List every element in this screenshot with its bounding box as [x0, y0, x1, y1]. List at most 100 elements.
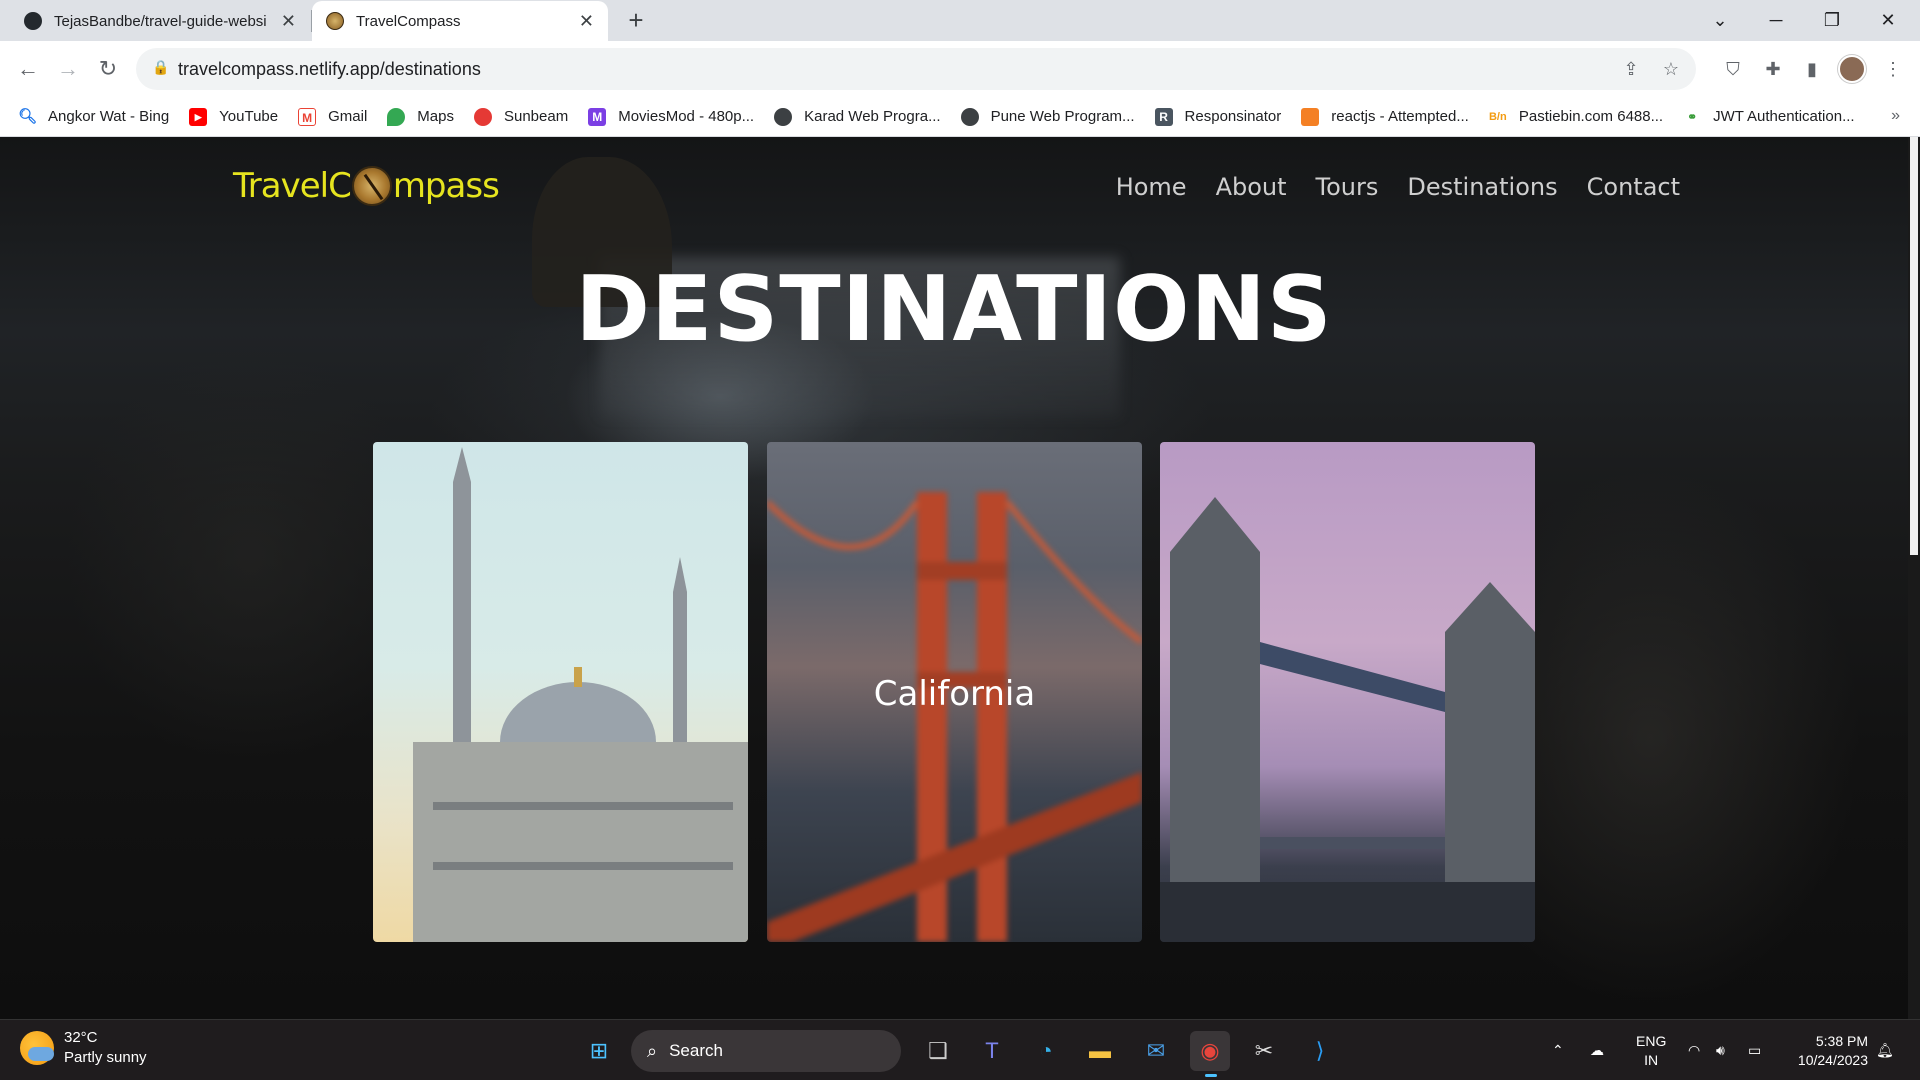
mail-icon[interactable]: ✉: [1136, 1031, 1176, 1071]
destination-card-istanbul[interactable]: [373, 442, 748, 942]
close-window-button[interactable]: ✕: [1860, 0, 1916, 41]
wifi-icon[interactable]: ◠: [1688, 1020, 1700, 1080]
destination-card-london[interactable]: [1160, 442, 1535, 942]
bookmark-item[interactable]: reactjs - Attempted...: [1301, 107, 1469, 126]
bookmark-label: Karad Web Progra...: [804, 108, 941, 125]
menu-kebab-icon[interactable]: ⋮: [1878, 54, 1908, 84]
bookmark-label: YouTube: [219, 108, 279, 125]
url-input[interactable]: [178, 48, 1558, 90]
page-title: DESTINATIONS: [575, 257, 1333, 362]
notification-bell-icon[interactable]: 🔔︎: [1876, 1020, 1894, 1080]
back-button[interactable]: ←: [10, 51, 46, 87]
bookmarks-overflow-button[interactable]: »: [1891, 107, 1900, 125]
taskbar-search[interactable]: ⌕ Search: [631, 1030, 901, 1072]
close-tab-icon[interactable]: ✕: [281, 11, 296, 32]
tab-search-dropdown-icon[interactable]: ⌄: [1692, 0, 1748, 41]
restore-button[interactable]: ❐: [1804, 0, 1860, 41]
bookmark-item[interactable]: M MoviesMod - 480p...: [588, 107, 755, 126]
share-icon[interactable]: ⇪: [1618, 56, 1644, 82]
page-scrollbar[interactable]: [1908, 137, 1920, 1019]
language-code: ENG: [1636, 1033, 1667, 1049]
sunbeam-icon: [473, 107, 492, 126]
bookmark-label: Sunbeam: [503, 108, 569, 125]
destination-card-california[interactable]: California: [767, 442, 1142, 942]
battery-icon[interactable]: ▭: [1748, 1020, 1761, 1080]
globe-icon: [774, 107, 793, 126]
bookmark-item[interactable]: Sunbeam: [473, 107, 569, 126]
tab-travelcompass[interactable]: TravelCompass ✕: [312, 1, 608, 41]
lock-icon[interactable]: 🔒: [152, 59, 172, 79]
chrome-icon[interactable]: ◉: [1190, 1031, 1230, 1071]
side-panel-icon[interactable]: ▮: [1797, 54, 1827, 84]
bookmark-label: Pune Web Program...: [990, 108, 1135, 125]
nav-contact[interactable]: Contact: [1587, 173, 1680, 201]
main-nav: Home About Tours Destinations Contact: [1116, 173, 1680, 201]
new-tab-button[interactable]: +: [620, 5, 652, 37]
profile-avatar[interactable]: [1838, 55, 1866, 83]
bookmark-item[interactable]: ▶ YouTube: [189, 107, 279, 126]
tab-title: TravelCompass: [356, 12, 461, 30]
nav-about[interactable]: About: [1216, 173, 1287, 201]
snipping-tool-icon[interactable]: ✂: [1244, 1031, 1284, 1071]
pastebin-icon: B/n: [1488, 107, 1507, 126]
onedrive-cloud-icon[interactable]: ☁: [1590, 1020, 1604, 1080]
bookmark-item[interactable]: Pune Web Program...: [960, 107, 1135, 126]
volume-icon[interactable]: 🔊︎: [1716, 1020, 1725, 1080]
scrollbar-thumb[interactable]: [1910, 137, 1918, 555]
minimize-button[interactable]: ─: [1748, 0, 1804, 41]
bookmark-item[interactable]: R Responsinator: [1154, 107, 1281, 126]
logo-text-right: mpass: [392, 166, 500, 206]
close-tab-icon[interactable]: ✕: [579, 11, 594, 32]
task-view-icon[interactable]: ❑: [918, 1031, 958, 1071]
bing-search-icon: 🔍︎: [18, 107, 38, 125]
address-bar[interactable]: 🔒 ⇪ ☆: [136, 48, 1696, 90]
weather-condition: Partly sunny: [64, 1049, 147, 1066]
bookmark-item[interactable]: Maps: [387, 107, 454, 126]
bookmark-item[interactable]: Karad Web Progra...: [774, 107, 941, 126]
bookmark-item[interactable]: 🔍︎ Angkor Wat - Bing: [18, 108, 169, 126]
gmail-icon: M: [298, 107, 317, 126]
extension-shield-icon[interactable]: ⛉: [1718, 54, 1748, 84]
github-icon: [24, 12, 42, 30]
browser-tab-strip: TejasBandbe/travel-guide-websi ✕ TravelC…: [0, 0, 1920, 41]
region-code: IN: [1644, 1052, 1659, 1068]
nav-destinations[interactable]: Destinations: [1407, 173, 1557, 201]
logo-text-left: TravelC: [233, 166, 352, 206]
nav-tours[interactable]: Tours: [1316, 173, 1379, 201]
tower-bridge-image: [1160, 497, 1535, 942]
bookmark-item[interactable]: M Gmail: [298, 107, 367, 126]
forward-button[interactable]: →: [50, 51, 86, 87]
bookmark-item[interactable]: B/n Pastiebin.com 6488...: [1488, 107, 1663, 126]
mosque-image: [413, 447, 748, 942]
edge-icon[interactable]: ◔: [1026, 1031, 1066, 1071]
active-app-indicator: [1205, 1074, 1217, 1077]
language-indicator[interactable]: ENG IN: [1636, 1032, 1666, 1070]
show-hidden-icons-chevron-icon[interactable]: ⌃: [1552, 1020, 1564, 1080]
weather-widget[interactable]: 32°C Partly sunny: [20, 1028, 147, 1068]
card-label: California: [873, 674, 1036, 714]
start-windows-icon[interactable]: ⊞: [579, 1031, 619, 1071]
reload-button[interactable]: ↻: [90, 51, 126, 87]
youtube-icon: ▶: [189, 107, 208, 126]
bookmark-star-icon[interactable]: ☆: [1658, 56, 1684, 82]
vscode-icon[interactable]: ⟩: [1300, 1031, 1340, 1071]
stackoverflow-icon: [1301, 107, 1320, 126]
file-explorer-icon[interactable]: ▬: [1080, 1031, 1120, 1071]
teams-icon[interactable]: T: [972, 1031, 1012, 1071]
site-logo[interactable]: TravelC mpass: [233, 161, 500, 211]
temperature: 32°C: [64, 1029, 98, 1046]
bookmark-label: reactjs - Attempted...: [1331, 108, 1469, 125]
system-clock[interactable]: 5:38 PM 10/24/2023: [1798, 1032, 1868, 1070]
bookmark-label: MoviesMod - 480p...: [618, 108, 755, 125]
extensions-puzzle-icon[interactable]: ✚: [1758, 54, 1788, 84]
jwt-icon: ⚭: [1683, 107, 1702, 126]
bookmarks-bar: 🔍︎ Angkor Wat - Bing ▶ YouTube M Gmail Maps…: [0, 97, 1920, 137]
tab-github[interactable]: TejasBandbe/travel-guide-websi ✕: [10, 1, 310, 41]
bookmark-label: Angkor Wat - Bing: [48, 108, 170, 125]
clock-date: 10/24/2023: [1797, 1052, 1868, 1068]
search-label: Search: [669, 1041, 723, 1060]
globe-icon: [960, 107, 979, 126]
moviesmod-icon: M: [588, 107, 607, 126]
bookmark-item[interactable]: ⚭ JWT Authentication...: [1683, 107, 1855, 126]
nav-home[interactable]: Home: [1116, 173, 1187, 201]
